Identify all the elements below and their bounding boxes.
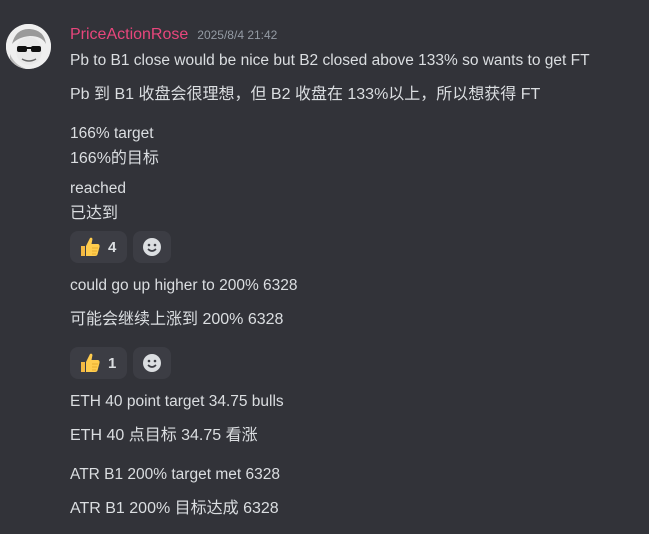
smiley-icon xyxy=(143,238,162,256)
thumbs-up-icon xyxy=(81,237,100,256)
message-text: Pb to B1 close would be nice but B2 clos… xyxy=(70,52,590,69)
add-reaction-button[interactable] xyxy=(133,231,172,263)
reaction-bar: 1 xyxy=(70,347,172,379)
message-text: 166% target xyxy=(70,125,154,142)
message-text-translation: 已达到 xyxy=(70,205,119,222)
smiley-icon xyxy=(143,354,162,372)
message-text-translation: Pb 到 B1 收盘会很理想，但 B2 收盘在 133%以上，所以想获得 FT xyxy=(70,86,541,103)
message-header: PriceActionRose 2025/8/4 21:42 xyxy=(70,26,277,44)
message-text: ATR B1 200% target met 6328 xyxy=(70,466,280,483)
message-timestamp: 2025/8/4 21:42 xyxy=(197,28,278,42)
reaction-thumbs-up[interactable]: 1 xyxy=(70,347,128,379)
message-text-translation: 166%的目标 xyxy=(70,150,159,167)
avatar-image xyxy=(6,24,51,69)
add-reaction-button[interactable] xyxy=(133,347,172,379)
reaction-count: 1 xyxy=(108,354,117,372)
message-text-translation: ATR B1 200% 目标达成 6328 xyxy=(70,500,279,517)
reaction-bar: 4 xyxy=(70,231,172,263)
message-text-translation: ETH 40 点目标 34.75 看涨 xyxy=(70,427,258,444)
message-text: reached xyxy=(70,180,127,197)
message-text: ETH 40 point target 34.75 bulls xyxy=(70,393,284,410)
thumbs-up-icon xyxy=(81,353,100,372)
reaction-count: 4 xyxy=(108,238,117,256)
message-text: could go up higher to 200% 6328 xyxy=(70,277,298,294)
user-avatar[interactable] xyxy=(6,24,51,69)
reaction-thumbs-up[interactable]: 4 xyxy=(70,231,128,263)
message-text-translation: 可能会继续上涨到 200% 6328 xyxy=(70,311,284,328)
username[interactable]: PriceActionRose xyxy=(70,26,188,44)
